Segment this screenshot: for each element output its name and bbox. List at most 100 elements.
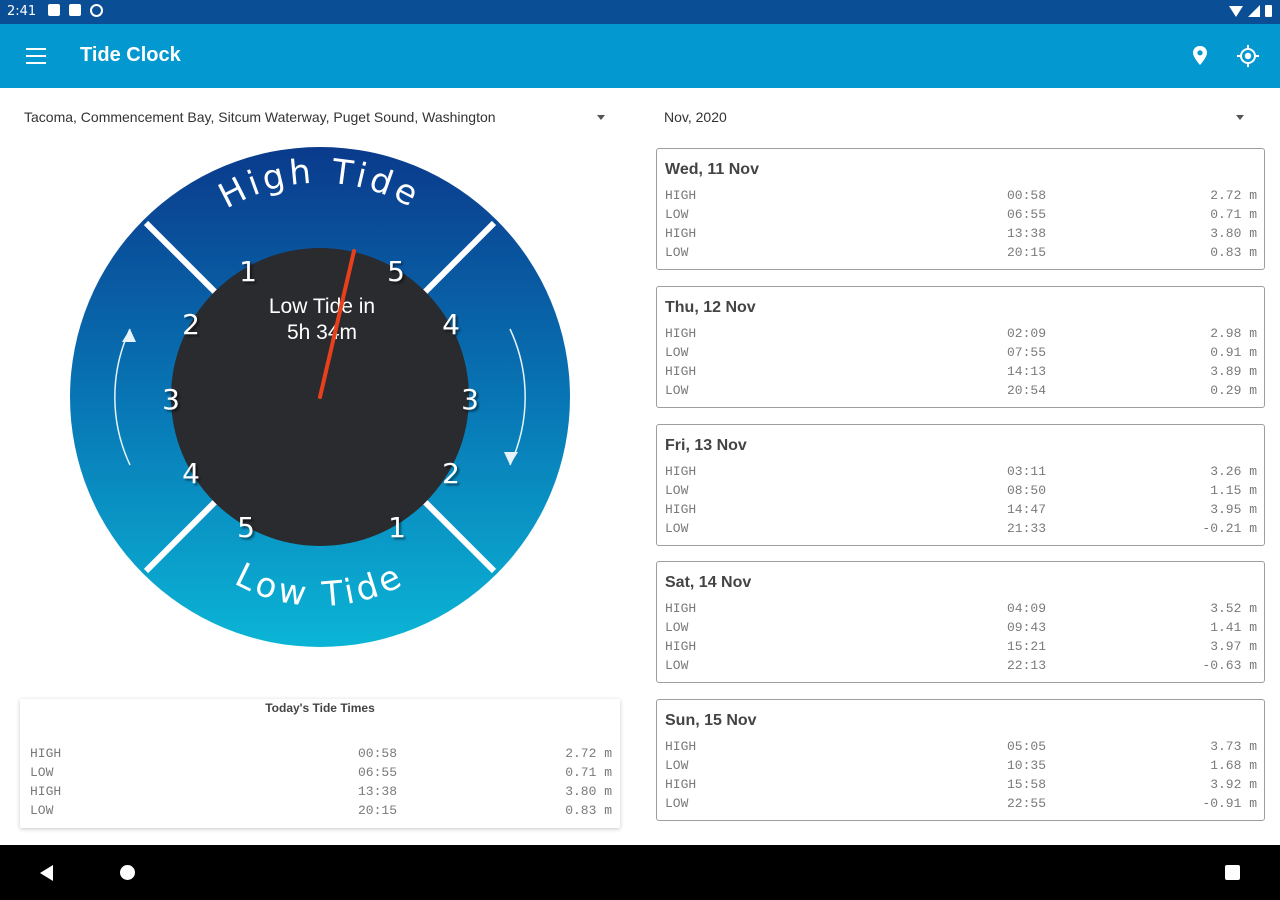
my-location-icon[interactable]: [1236, 44, 1260, 68]
tide-height: -0.21 m: [1202, 521, 1257, 536]
tide-type: LOW: [665, 383, 689, 398]
app-bar: Tide Clock: [0, 24, 1280, 88]
chevron-down-icon: [1236, 115, 1244, 120]
app-title: Tide Clock: [80, 44, 181, 66]
tide-height: 3.80 m: [565, 784, 612, 799]
tide-row: LOW 22:55 -0.91 m: [665, 794, 1257, 813]
tide-height: 2.98 m: [1210, 326, 1257, 341]
tide-time: 13:38: [358, 784, 398, 799]
tide-row: LOW 10:35 1.68 m: [665, 756, 1257, 775]
tide-time: 08:50: [1007, 483, 1047, 498]
hour-number: 5: [237, 511, 255, 544]
tide-time: 15:58: [1007, 777, 1047, 792]
day-card[interactable]: Sun, 15 Nov HIGH 05:05 3.73 m LOW 10:35 1.68…: [656, 699, 1265, 821]
tide-type: LOW: [665, 758, 689, 773]
tide-row: LOW 21:33 -0.21 m: [665, 519, 1257, 538]
tide-time: 05:05: [1007, 739, 1047, 754]
day-card[interactable]: Fri, 13 Nov HIGH 03:11 3.26 m LOW 08:50 1.15…: [656, 424, 1265, 546]
tide-type: LOW: [665, 658, 689, 673]
tide-height: 3.52 m: [1210, 601, 1257, 616]
signal-icon: [1248, 5, 1260, 17]
tide-type: LOW: [665, 207, 689, 222]
tide-row: HIGH 15:21 3.97 m: [665, 637, 1257, 656]
tide-row: HIGH 03:11 3.26 m: [665, 462, 1257, 481]
tide-time: 20:15: [1007, 245, 1047, 260]
tide-time: 14:47: [1007, 502, 1047, 517]
tide-type: HIGH: [665, 502, 697, 517]
tide-height: 1.41 m: [1210, 620, 1257, 635]
tide-row: LOW 20:15 0.83 m: [30, 801, 612, 820]
day-title: Sat, 14 Nov: [665, 574, 752, 591]
tide-height: 3.26 m: [1210, 464, 1257, 479]
tide-height: 0.29 m: [1210, 383, 1257, 398]
tide-height: 3.89 m: [1210, 364, 1257, 379]
tide-time: 15:21: [1007, 639, 1047, 654]
hour-number: 1: [239, 255, 257, 288]
tide-time: 03:11: [1007, 464, 1047, 479]
tide-row: HIGH 15:58 3.92 m: [665, 775, 1257, 794]
tide-type: LOW: [30, 803, 54, 818]
tide-height: 1.15 m: [1210, 483, 1257, 498]
hour-number: 5: [387, 255, 405, 288]
tide-row: HIGH 00:58 2.72 m: [30, 744, 612, 763]
location-value: Tacoma, Commencement Bay, Sitcum Waterwa…: [24, 109, 496, 125]
day-title: Thu, 12 Nov: [665, 299, 756, 316]
hour-number: 2: [182, 308, 200, 341]
month-dropdown[interactable]: Nov, 2020: [664, 106, 1254, 130]
tide-row: LOW 08:50 1.15 m: [665, 481, 1257, 500]
tide-type: LOW: [665, 620, 689, 635]
hour-number: 1: [388, 511, 406, 544]
tide-height: 0.71 m: [1210, 207, 1257, 222]
location-dropdown[interactable]: Tacoma, Commencement Bay, Sitcum Waterwa…: [24, 106, 614, 130]
tide-row: LOW 06:55 0.71 m: [665, 205, 1257, 224]
hour-number: 4: [442, 308, 460, 341]
notification-icon: [90, 4, 103, 17]
notification-icon: [69, 4, 81, 16]
tide-type: HIGH: [665, 639, 697, 654]
tide-height: -0.63 m: [1202, 658, 1257, 673]
next-tide-line1: Low Tide in: [269, 295, 375, 318]
day-card[interactable]: Wed, 11 Nov HIGH 00:58 2.72 m LOW 06:55 0.71…: [656, 148, 1265, 270]
hour-number: 3: [162, 383, 180, 416]
tide-time: 04:09: [1007, 601, 1047, 616]
home-icon[interactable]: [120, 865, 135, 880]
system-nav-bar: [0, 845, 1280, 900]
tide-time: 02:09: [1007, 326, 1047, 341]
day-card[interactable]: Sat, 14 Nov HIGH 04:09 3.52 m LOW 09:43 1.41…: [656, 561, 1265, 683]
hour-number: 3: [461, 383, 479, 416]
location-pin-icon[interactable]: [1189, 44, 1211, 68]
tide-height: 3.92 m: [1210, 777, 1257, 792]
day-title: Fri, 13 Nov: [665, 437, 747, 454]
day-title: Sun, 15 Nov: [665, 712, 757, 729]
tide-row: HIGH 14:47 3.95 m: [665, 500, 1257, 519]
hour-number: 2: [442, 457, 460, 490]
tide-time: 22:13: [1007, 658, 1047, 673]
notification-icon: [48, 4, 60, 16]
tide-height: 2.72 m: [1210, 188, 1257, 203]
chevron-down-icon: [597, 115, 605, 120]
tide-height: 3.80 m: [1210, 226, 1257, 241]
tide-row: HIGH 00:58 2.72 m: [665, 186, 1257, 205]
tide-type: HIGH: [665, 601, 697, 616]
tide-height: 2.72 m: [565, 746, 612, 761]
tide-type: HIGH: [665, 188, 697, 203]
tide-time: 20:54: [1007, 383, 1047, 398]
recents-icon[interactable]: [1225, 865, 1240, 880]
back-icon[interactable]: [40, 865, 53, 881]
tide-time: 10:35: [1007, 758, 1047, 773]
notification-icons: [48, 4, 103, 17]
tide-height: 3.95 m: [1210, 502, 1257, 517]
tide-time: 07:55: [1007, 345, 1047, 360]
menu-icon[interactable]: [26, 48, 46, 64]
tide-time: 00:58: [1007, 188, 1047, 203]
tide-time: 21:33: [1007, 521, 1047, 536]
tide-row: LOW 09:43 1.41 m: [665, 618, 1257, 637]
tide-type: HIGH: [665, 326, 697, 341]
tide-type: LOW: [665, 345, 689, 360]
day-card[interactable]: Thu, 12 Nov HIGH 02:09 2.98 m LOW 07:55 0.91…: [656, 286, 1265, 408]
tide-type: LOW: [665, 796, 689, 811]
tide-row: LOW 22:13 -0.63 m: [665, 656, 1257, 675]
hour-number: 4: [182, 457, 200, 490]
tide-row: HIGH 13:38 3.80 m: [30, 782, 612, 801]
tide-height: 3.97 m: [1210, 639, 1257, 654]
